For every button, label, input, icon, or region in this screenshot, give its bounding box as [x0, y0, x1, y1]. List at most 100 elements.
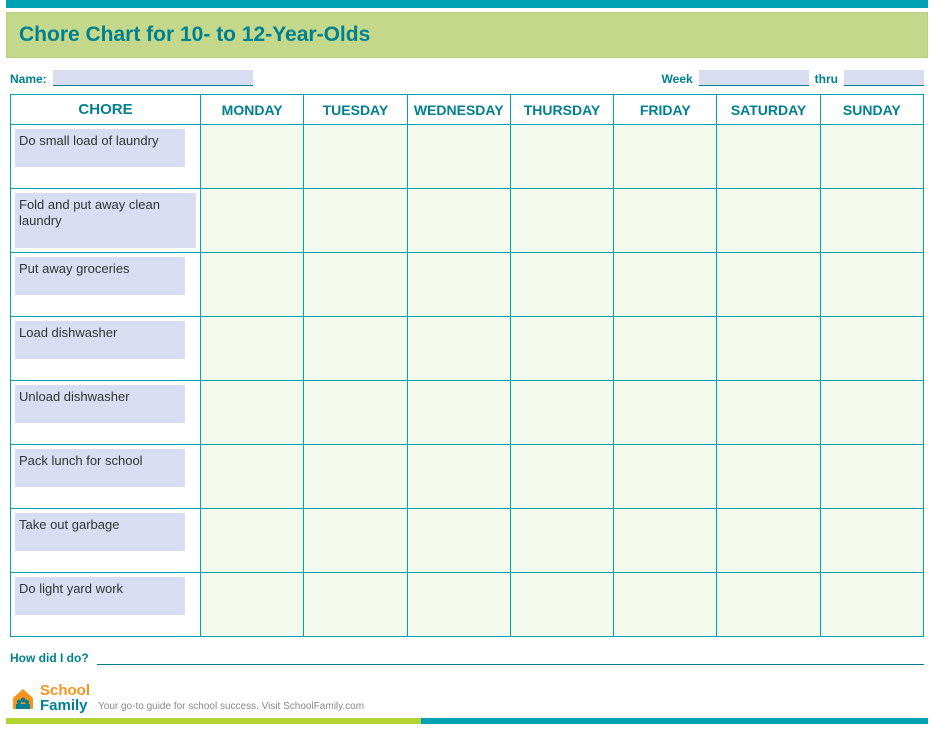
day-cell[interactable]	[201, 445, 304, 509]
schoolfamily-logo: School Family	[10, 683, 90, 714]
day-cell[interactable]	[407, 445, 510, 509]
chore-label: Put away groceries	[15, 257, 185, 295]
logo-text: School Family	[40, 683, 90, 714]
thru-label: thru	[815, 72, 838, 86]
footer: School Family Your go-to guide for schoo…	[10, 683, 924, 714]
day-cell[interactable]	[820, 445, 923, 509]
day-cell[interactable]	[201, 509, 304, 573]
day-cell[interactable]	[407, 125, 510, 189]
chore-cell: Load dishwasher	[11, 317, 201, 381]
page: Chore Chart for 10- to 12-Year-Olds Name…	[0, 0, 934, 724]
day-cell[interactable]	[304, 381, 407, 445]
day-cell[interactable]	[201, 381, 304, 445]
col-header-thursday: THURSDAY	[510, 95, 613, 125]
day-cell[interactable]	[510, 573, 613, 637]
day-cell[interactable]	[510, 253, 613, 317]
day-cell[interactable]	[717, 573, 820, 637]
day-cell[interactable]	[820, 509, 923, 573]
day-cell[interactable]	[201, 317, 304, 381]
name-field-group: Name:	[10, 70, 253, 86]
col-header-chore: CHORE	[11, 95, 201, 125]
day-cell[interactable]	[820, 189, 923, 253]
day-cell[interactable]	[820, 317, 923, 381]
day-cell[interactable]	[614, 189, 717, 253]
day-cell[interactable]	[820, 125, 923, 189]
chore-label: Take out garbage	[15, 513, 185, 551]
day-cell[interactable]	[820, 253, 923, 317]
how-did-i-do-row: How did I do?	[10, 651, 924, 665]
day-cell[interactable]	[820, 381, 923, 445]
day-cell[interactable]	[614, 573, 717, 637]
day-cell[interactable]	[201, 573, 304, 637]
day-cell[interactable]	[304, 573, 407, 637]
week-label: Week	[662, 72, 693, 86]
table-body: Do small load of laundry Fold and put aw…	[11, 125, 924, 637]
table-row: Fold and put away clean laundry	[11, 189, 924, 253]
chore-cell: Unload dishwasher	[11, 381, 201, 445]
day-cell[interactable]	[510, 317, 613, 381]
day-cell[interactable]	[304, 509, 407, 573]
col-header-friday: FRIDAY	[614, 95, 717, 125]
chore-cell: Do light yard work	[11, 573, 201, 637]
name-input[interactable]	[53, 70, 253, 86]
day-cell[interactable]	[304, 189, 407, 253]
day-cell[interactable]	[304, 445, 407, 509]
footer-accent-bar	[6, 718, 928, 724]
table-header-row: CHORE MONDAY TUESDAY WEDNESDAY THURSDAY …	[11, 95, 924, 125]
chore-cell: Take out garbage	[11, 509, 201, 573]
day-cell[interactable]	[717, 317, 820, 381]
how-input-line[interactable]	[97, 655, 924, 665]
day-cell[interactable]	[717, 509, 820, 573]
week-start-input[interactable]	[699, 70, 809, 86]
day-cell[interactable]	[614, 445, 717, 509]
day-cell[interactable]	[614, 381, 717, 445]
day-cell[interactable]	[201, 125, 304, 189]
week-field-group: Week thru	[662, 70, 924, 86]
chore-label: Unload dishwasher	[15, 385, 185, 423]
col-header-saturday: SATURDAY	[717, 95, 820, 125]
day-cell[interactable]	[717, 445, 820, 509]
how-label: How did I do?	[10, 651, 89, 665]
day-cell[interactable]	[614, 317, 717, 381]
week-end-input[interactable]	[844, 70, 924, 86]
day-cell[interactable]	[717, 253, 820, 317]
day-cell[interactable]	[201, 253, 304, 317]
day-cell[interactable]	[407, 189, 510, 253]
day-cell[interactable]	[614, 253, 717, 317]
chore-cell: Fold and put away clean laundry	[11, 189, 201, 253]
chore-cell: Put away groceries	[11, 253, 201, 317]
day-cell[interactable]	[201, 189, 304, 253]
chore-label: Do light yard work	[15, 577, 185, 615]
top-accent-bar	[6, 0, 928, 8]
chore-cell: Do small load of laundry	[11, 125, 201, 189]
day-cell[interactable]	[510, 125, 613, 189]
day-cell[interactable]	[614, 509, 717, 573]
day-cell[interactable]	[407, 573, 510, 637]
day-cell[interactable]	[407, 317, 510, 381]
day-cell[interactable]	[717, 125, 820, 189]
table-row: Pack lunch for school	[11, 445, 924, 509]
table-row: Take out garbage	[11, 509, 924, 573]
day-cell[interactable]	[407, 253, 510, 317]
chore-label: Fold and put away clean laundry	[15, 193, 196, 248]
day-cell[interactable]	[304, 317, 407, 381]
chore-label: Pack lunch for school	[15, 449, 185, 487]
chore-cell: Pack lunch for school	[11, 445, 201, 509]
footer-tagline: Your go-to guide for school success. Vis…	[98, 701, 364, 714]
day-cell[interactable]	[510, 381, 613, 445]
day-cell[interactable]	[304, 253, 407, 317]
day-cell[interactable]	[407, 381, 510, 445]
page-title: Chore Chart for 10- to 12-Year-Olds	[19, 23, 915, 47]
day-cell[interactable]	[614, 125, 717, 189]
meta-row: Name: Week thru	[10, 70, 924, 86]
day-cell[interactable]	[510, 189, 613, 253]
col-header-tuesday: TUESDAY	[304, 95, 407, 125]
day-cell[interactable]	[717, 381, 820, 445]
day-cell[interactable]	[304, 125, 407, 189]
day-cell[interactable]	[407, 509, 510, 573]
day-cell[interactable]	[510, 445, 613, 509]
day-cell[interactable]	[820, 573, 923, 637]
day-cell[interactable]	[510, 509, 613, 573]
col-header-sunday: SUNDAY	[820, 95, 923, 125]
day-cell[interactable]	[717, 189, 820, 253]
